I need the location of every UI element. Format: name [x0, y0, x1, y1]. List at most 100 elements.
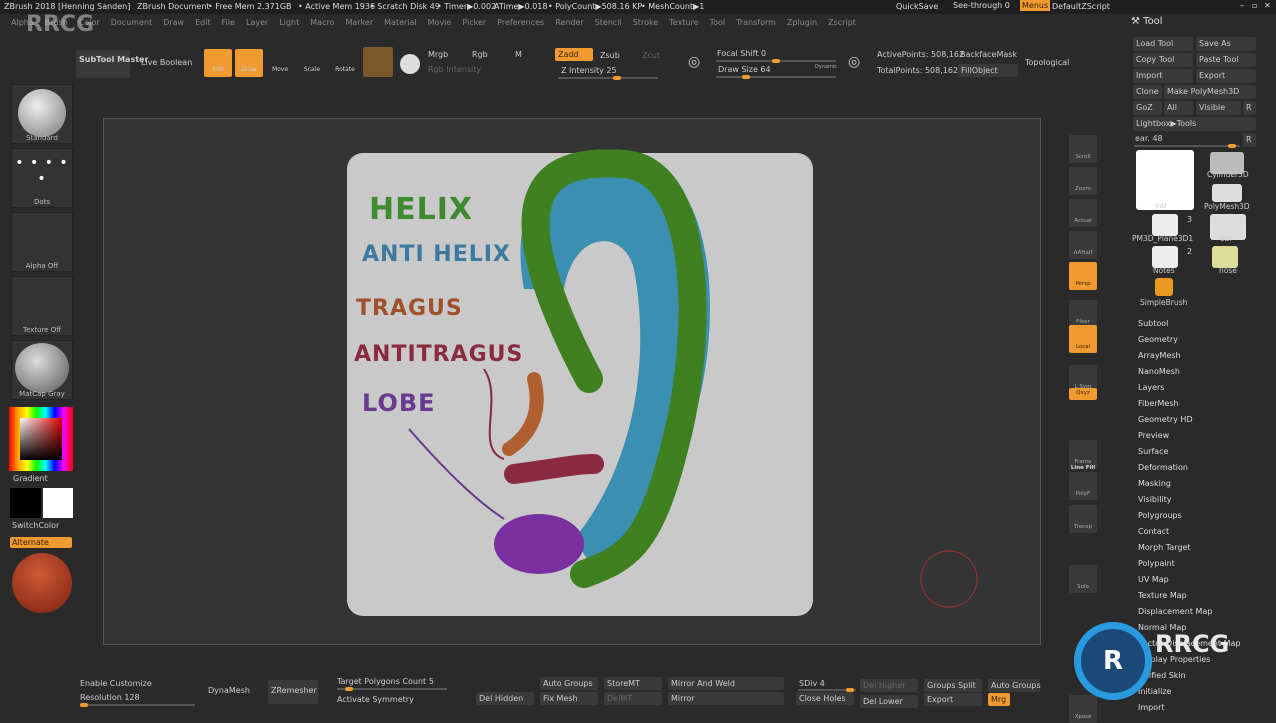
secondary-color-swatch[interactable]: [43, 488, 73, 518]
menu-file[interactable]: File: [222, 18, 235, 27]
tool-section-deformation[interactable]: Deformation: [1138, 463, 1188, 472]
delmt-button[interactable]: DelMT: [604, 692, 662, 705]
stroke-mode-icon[interactable]: [400, 54, 420, 74]
menu-zscript[interactable]: Zscript: [828, 18, 856, 27]
menu-light[interactable]: Light: [279, 18, 299, 27]
quicksave-button[interactable]: QuickSave: [896, 2, 938, 11]
tool-section-geometry[interactable]: Geometry: [1138, 335, 1178, 344]
tool-section-displacement-map[interactable]: Displacement Map: [1138, 607, 1212, 616]
minimize-icon[interactable]: –: [1240, 1, 1244, 10]
goz-button[interactable]: GoZ: [1133, 101, 1162, 115]
stroke-selector[interactable]: • • • • • Dots: [11, 148, 73, 208]
menu-picker[interactable]: Picker: [462, 18, 486, 27]
move-button[interactable]: Move: [266, 49, 294, 77]
menu-preferences[interactable]: Preferences: [497, 18, 544, 27]
shelf-floor-button[interactable]: Floor: [1069, 300, 1097, 328]
color-picker[interactable]: [9, 407, 73, 471]
menu-edit[interactable]: Edit: [195, 18, 211, 27]
edit-button[interactable]: Edit: [204, 49, 232, 77]
tool-section-morph-target[interactable]: Morph Target: [1138, 543, 1191, 552]
zremesher-button[interactable]: ZRemesher: [268, 680, 318, 704]
ear-r-button[interactable]: R: [1243, 133, 1256, 147]
shelf-local-button[interactable]: Local: [1069, 325, 1097, 353]
menu-marker[interactable]: Marker: [345, 18, 373, 27]
make-polymesh-button[interactable]: Make PolyMesh3D: [1164, 85, 1256, 99]
tool-section-texture-map[interactable]: Texture Map: [1138, 591, 1187, 600]
tool-thumb-simplebrush[interactable]: [1155, 278, 1173, 296]
mirror-button[interactable]: Mirror: [668, 692, 784, 705]
lightbox-tools-button[interactable]: Lightbox▶Tools: [1133, 117, 1256, 131]
canvas-viewport[interactable]: HELIX ANTI HELIX TRAGUS ANTITRAGUS LOBE: [103, 118, 1041, 645]
menu-render[interactable]: Render: [555, 18, 583, 27]
all-button[interactable]: All: [1164, 101, 1193, 115]
color-square[interactable]: [20, 418, 62, 460]
resolution-slider[interactable]: [80, 703, 195, 707]
topological-button[interactable]: Topological: [1025, 58, 1069, 67]
menu-macro[interactable]: Macro: [310, 18, 334, 27]
ear-model[interactable]: HELIX ANTI HELIX TRAGUS ANTITRAGUS LOBE: [104, 119, 1042, 646]
tool-section-visibility[interactable]: Visibility: [1138, 495, 1172, 504]
ear-slider[interactable]: [1134, 144, 1240, 148]
mirror-and-weld-button[interactable]: Mirror And Weld: [668, 677, 784, 690]
fix-mesh-button[interactable]: Fix Mesh: [540, 692, 598, 705]
shelf-actual-button[interactable]: Actual: [1069, 199, 1097, 227]
rgb-button[interactable]: Rgb: [472, 50, 488, 59]
menu-layer[interactable]: Layer: [246, 18, 268, 27]
live-boolean-button[interactable]: Live Boolean: [141, 58, 192, 67]
storemt-button[interactable]: StoreMT: [604, 677, 662, 690]
shelf-aahalf-button[interactable]: AAHalf: [1069, 231, 1097, 259]
material-swatch-button[interactable]: [363, 47, 393, 77]
mrg-button[interactable]: Mrg: [988, 693, 1010, 706]
main-color-swatch[interactable]: [10, 488, 41, 518]
shelf-zoom-button[interactable]: Zoom: [1069, 167, 1097, 195]
m-button[interactable]: M: [515, 50, 522, 59]
shelf-qxyz-button[interactable]: Qxyz: [1069, 388, 1097, 400]
close-icon[interactable]: ✕: [1264, 1, 1271, 10]
tool-thumb-polymesh3d[interactable]: [1212, 184, 1242, 202]
see-through-slider[interactable]: See-through 0: [953, 1, 1010, 10]
auto-groups-button[interactable]: Auto Groups: [540, 677, 598, 690]
focal-shift-slider[interactable]: [716, 59, 836, 63]
scale-button[interactable]: Scale: [298, 49, 326, 77]
z-intensity-slider[interactable]: [558, 76, 658, 80]
draw-button[interactable]: Draw: [235, 49, 263, 77]
tool-section-masking[interactable]: Masking: [1138, 479, 1171, 488]
menu-draw[interactable]: Draw: [163, 18, 184, 27]
shelf-persp-button[interactable]: Persp: [1069, 262, 1097, 290]
shelf-line-fill-button[interactable]: Line Fill: [1069, 465, 1097, 471]
auto-groups-2-button[interactable]: Auto Groups: [988, 679, 1041, 692]
groups-split-button[interactable]: Groups Split: [924, 679, 982, 692]
shelf-polyf-button[interactable]: PolyF: [1069, 472, 1097, 500]
export-bottom-button[interactable]: Export: [924, 693, 982, 706]
menu-document[interactable]: Document: [111, 18, 152, 27]
menu-tool[interactable]: Tool: [710, 18, 726, 27]
zcut-button[interactable]: Zcut: [642, 51, 660, 60]
texture-selector[interactable]: Texture Off: [11, 276, 73, 336]
tool-thumb-notes[interactable]: [1152, 246, 1178, 268]
tool-thumb-pm3d_plane3d1[interactable]: [1152, 214, 1178, 236]
tool-section-subtool[interactable]: Subtool: [1138, 319, 1168, 328]
tool-section-geometry-hd[interactable]: Geometry HD: [1138, 415, 1193, 424]
menu-zplugin[interactable]: Zplugin: [787, 18, 817, 27]
rgb-intensity-slider[interactable]: Rgb Intensity: [428, 65, 481, 74]
shelf-transp-button[interactable]: Transp: [1069, 505, 1097, 533]
copy-tool-button[interactable]: Copy Tool: [1133, 53, 1193, 67]
zadd-button[interactable]: Zadd: [555, 48, 593, 61]
fill-object-button[interactable]: FillObject: [958, 64, 1018, 77]
menu-transform[interactable]: Transform: [736, 18, 776, 27]
sdiv-slider[interactable]: [798, 688, 856, 692]
import-button[interactable]: Import: [1133, 69, 1193, 83]
subtool-master-button[interactable]: SubTool Master: [76, 50, 148, 78]
tool-section-contact[interactable]: Contact: [1138, 527, 1169, 536]
del-higher-button[interactable]: Del Higher: [860, 679, 918, 692]
close-holes-button[interactable]: Close Holes: [796, 692, 854, 705]
visible-button[interactable]: Visible: [1196, 101, 1241, 115]
tool-section-import[interactable]: Import: [1138, 703, 1165, 712]
dynamesh-button[interactable]: DynaMesh: [208, 686, 250, 695]
r-button[interactable]: R: [1243, 101, 1256, 115]
restore-icon[interactable]: ▫: [1252, 1, 1257, 10]
menu-texture[interactable]: Texture: [669, 18, 698, 27]
enable-customize-button[interactable]: Enable Customize: [80, 679, 152, 688]
menus-button[interactable]: Menus: [1020, 0, 1051, 11]
mrgb-button[interactable]: Mrgb: [428, 50, 448, 59]
